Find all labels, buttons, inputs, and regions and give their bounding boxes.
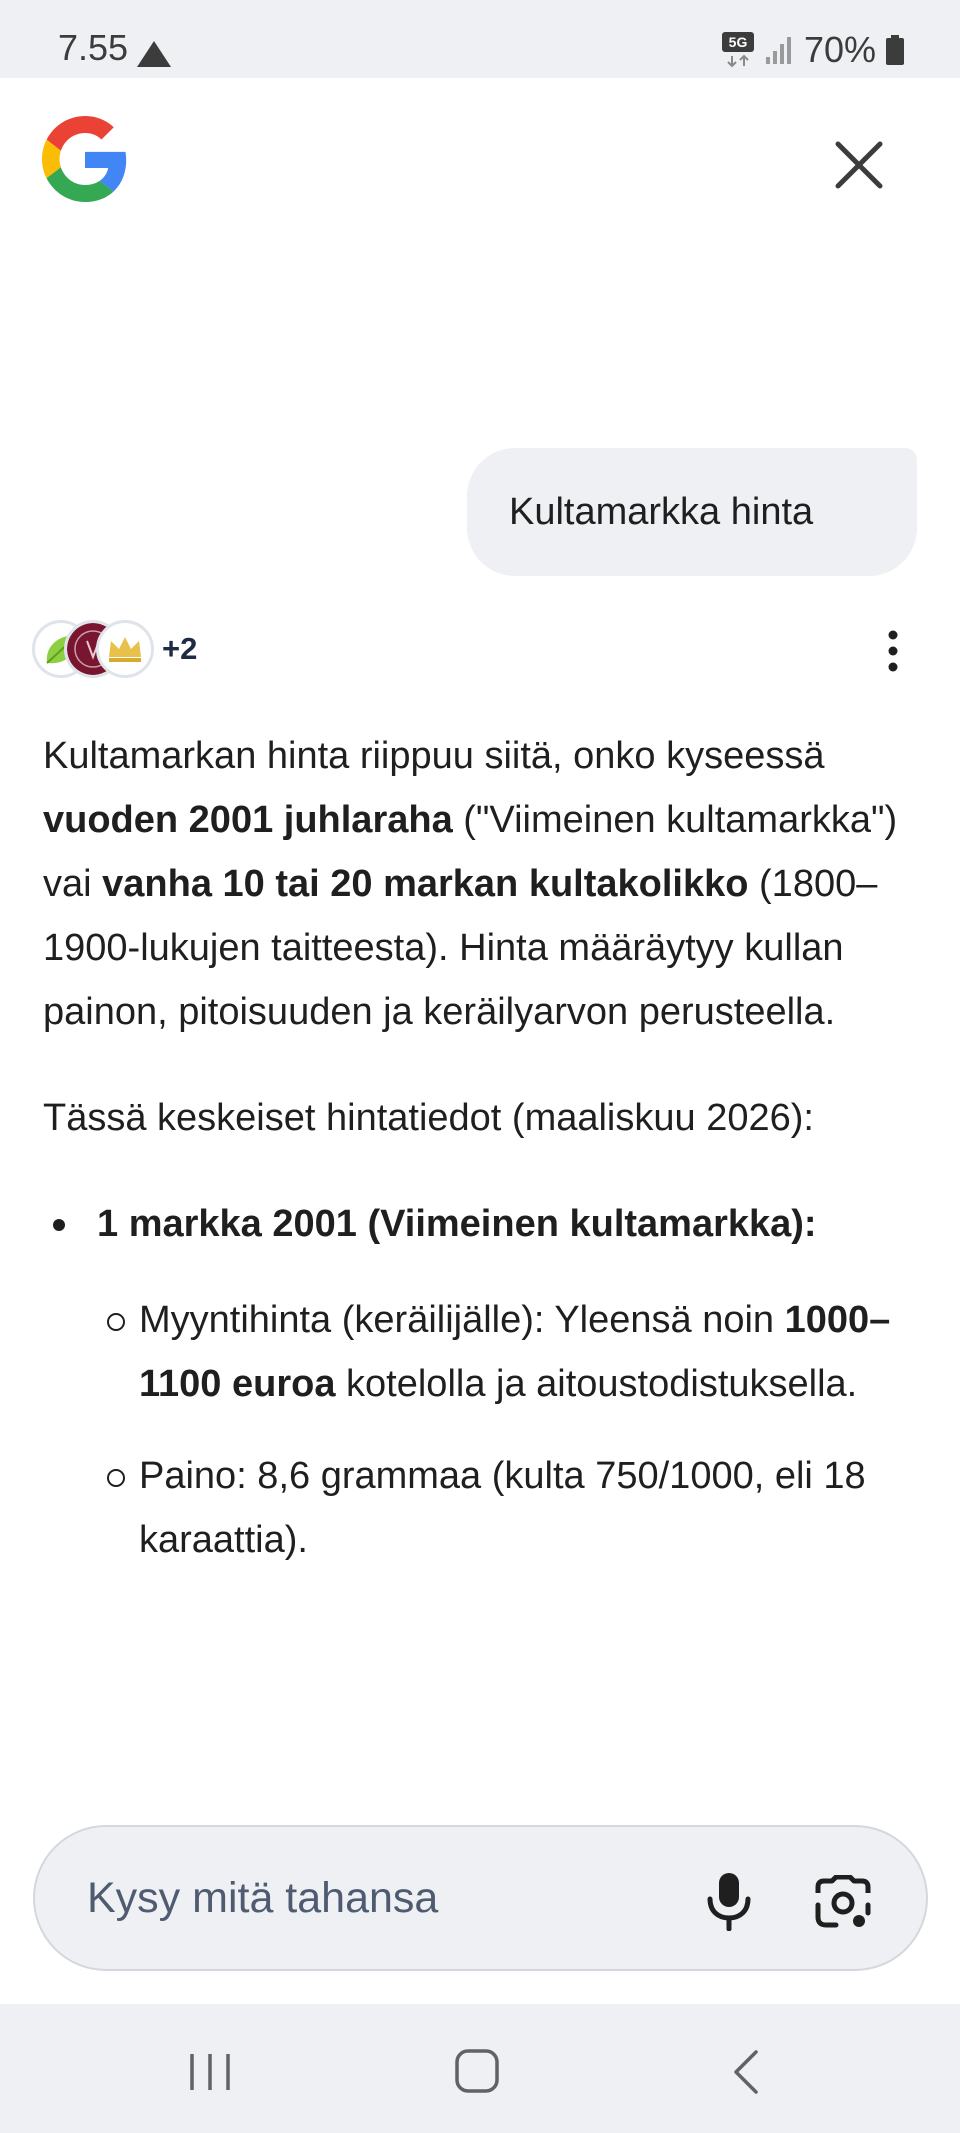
status-bar: 7.55 5G 70%	[0, 0, 960, 78]
ask-input-bar[interactable]: Kysy mitä tahansa	[33, 1825, 928, 1971]
user-query-bubble: Kultamarkka hinta	[467, 448, 917, 576]
ask-input-placeholder[interactable]: Kysy mitä tahansa	[87, 1877, 438, 1920]
recent-apps-icon	[190, 2054, 230, 2090]
battery-percentage: 70%	[803, 29, 876, 70]
microphone-icon	[707, 1873, 751, 1931]
google-lens-button[interactable]	[814, 1875, 872, 1929]
network-5g-icon: 5G	[721, 32, 754, 68]
home-button[interactable]	[454, 2048, 500, 2094]
back-button[interactable]	[728, 2048, 764, 2096]
status-indicators: 5G 70%	[721, 29, 904, 70]
close-icon	[835, 141, 883, 189]
signal-strength-icon	[765, 37, 791, 64]
user-query-text: Kultamarkka hinta	[509, 490, 814, 533]
status-time: 7.55	[58, 27, 129, 68]
more-options-icon[interactable]	[878, 628, 908, 674]
microphone-button[interactable]	[702, 1871, 756, 1931]
answer-sub-item-weight: Paino: 8,6 grammaa (kulta 750/1000, eli …	[43, 1444, 923, 1572]
answer-text: Myyntihinta (keräilijälle): Yleensä noin	[139, 1299, 785, 1341]
battery-icon	[886, 35, 904, 65]
close-button[interactable]	[832, 138, 886, 192]
answer-paragraph-summary: Tässä keskeiset hintatiedot (maaliskuu 2…	[43, 1097, 814, 1139]
system-navigation-bar	[0, 2004, 960, 2133]
camera-lens-icon	[815, 1875, 871, 1928]
home-icon	[455, 2049, 499, 2093]
answer-text: Kultamarkan hinta riippuu siitä, onko ky…	[43, 735, 825, 777]
sources-more-count: +2	[162, 631, 198, 666]
alert-triangle-icon	[137, 41, 171, 67]
ai-answer: Kultamarkan hinta riippuu siitä, onko ky…	[43, 724, 923, 1600]
back-chevron-icon	[734, 2050, 758, 2094]
recent-apps-button[interactable]	[186, 2050, 234, 2094]
google-ai-mode-screen: 7.55 5G 70% Kultamarkka hinta +2 Kultama…	[0, 0, 960, 2133]
answer-text: kotelolla ja aitoustodistuksella.	[335, 1363, 858, 1405]
answer-paragraph-intro: Kultamarkan hinta riippuu siitä, onko ky…	[43, 724, 923, 1044]
answer-bold-text: vuoden 2001 juhlaraha	[43, 799, 453, 841]
sources-button[interactable]: +2	[32, 618, 197, 680]
network-label: 5G	[729, 34, 748, 50]
answer-bullet-item: 1 markka 2001 (Viimeinen kultamarkka):	[43, 1192, 923, 1256]
source-crown-icon	[96, 620, 154, 678]
answer-bold-text: vanha 10 tai 20 markan kultakolikko	[102, 863, 749, 905]
answer-sub-item-price: Myyntihinta (keräilijälle): Yleensä noin…	[43, 1288, 923, 1416]
google-logo-icon	[42, 116, 127, 202]
